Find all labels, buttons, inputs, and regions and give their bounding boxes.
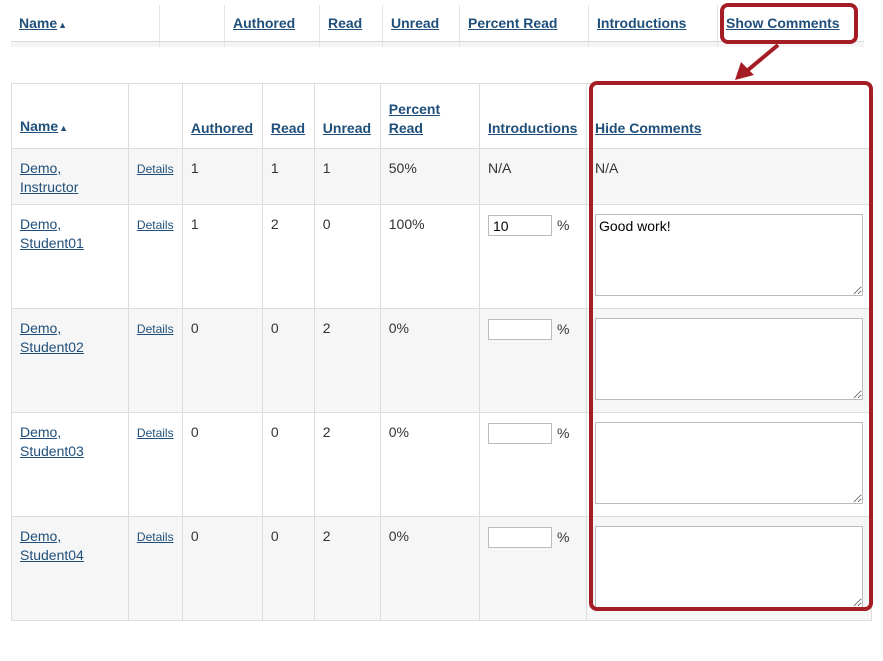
user-name-link[interactable]: Demo, Student03 (20, 424, 84, 459)
details-link[interactable]: Details (137, 426, 174, 440)
introductions-percent-input[interactable] (487, 423, 552, 444)
header-read: Read (319, 5, 383, 42)
sort-unread-link[interactable]: Unread (323, 120, 371, 136)
header-blank (127, 83, 183, 149)
introductions-percent-input[interactable] (487, 215, 552, 236)
sort-name-link[interactable]: Name▲ (19, 15, 67, 31)
sort-name-link[interactable]: Name▲ (20, 118, 68, 134)
authored-cell: 0 (181, 412, 263, 517)
sort-arrow-icon: ▲ (59, 123, 69, 133)
percent-read-cell: 0% (379, 516, 480, 621)
header-unread: Unread (313, 83, 381, 149)
header-introductions: Introductions (588, 5, 718, 42)
header-authored: Authored (181, 83, 263, 149)
details-link[interactable]: Details (137, 530, 174, 544)
unread-cell: 2 (313, 516, 381, 621)
name-cell: Demo, Instructor (11, 148, 129, 205)
unread-cell: 2 (313, 308, 381, 413)
read-cell: 2 (261, 204, 315, 309)
details-cell: Details (127, 308, 183, 413)
introductions-cell: N/A (478, 148, 588, 205)
details-link[interactable]: Details (137, 322, 174, 336)
header-percent-read: Percent Read (459, 5, 589, 42)
sort-authored-link[interactable]: Authored (233, 15, 295, 31)
percent-sign: % (556, 425, 570, 441)
authored-cell: 0 (181, 516, 263, 621)
percent-sign: % (556, 321, 570, 337)
sort-unread-link[interactable]: Unread (391, 15, 439, 31)
name-cell: Demo, Student03 (11, 412, 129, 517)
unread-cell: 1 (313, 148, 381, 205)
sort-introductions-link[interactable]: Introductions (488, 120, 577, 136)
header-blank (159, 5, 225, 42)
comments-column-highlight-box (589, 81, 873, 611)
read-cell: 0 (261, 308, 315, 413)
authored-cell: 1 (181, 204, 263, 309)
introductions-cell: % (478, 412, 588, 517)
sort-read-link[interactable]: Read (328, 15, 362, 31)
user-name-link[interactable]: Demo, Student04 (20, 528, 84, 563)
introductions-percent-input[interactable] (487, 527, 552, 548)
details-cell: Details (127, 204, 183, 309)
header-name: Name▲ (11, 83, 129, 149)
sort-authored-link[interactable]: Authored (191, 120, 253, 136)
authored-cell: 0 (181, 308, 263, 413)
details-cell: Details (127, 412, 183, 517)
user-name-link[interactable]: Demo, Student02 (20, 320, 84, 355)
percent-read-cell: 0% (379, 308, 480, 413)
sort-read-link[interactable]: Read (271, 120, 305, 136)
sort-arrow-icon: ▲ (58, 20, 68, 30)
percent-sign: % (556, 217, 570, 233)
details-cell: Details (127, 516, 183, 621)
read-cell: 1 (261, 148, 315, 205)
user-name-link[interactable]: Demo, Student01 (20, 216, 84, 251)
user-name-link[interactable]: Demo, Instructor (20, 160, 78, 195)
introductions-cell: % (478, 308, 588, 413)
sort-percent-read-link[interactable]: Percent Read (389, 101, 440, 136)
read-cell: 0 (261, 412, 315, 517)
introductions-cell: % (478, 516, 588, 621)
name-cell: Demo, Student02 (11, 308, 129, 413)
details-link[interactable]: Details (137, 218, 174, 232)
show-comments-highlight-box (720, 3, 858, 44)
header-unread: Unread (382, 5, 460, 42)
read-cell: 0 (261, 516, 315, 621)
details-link[interactable]: Details (137, 162, 174, 176)
header-name: Name▲ (11, 5, 160, 42)
sort-introductions-link[interactable]: Introductions (597, 15, 686, 31)
header-read: Read (261, 83, 315, 149)
unread-cell: 2 (313, 412, 381, 517)
percent-read-cell: 100% (379, 204, 480, 309)
sort-percent-read-link[interactable]: Percent Read (468, 15, 557, 31)
details-cell: Details (127, 148, 183, 205)
header-percent-read: Percent Read (379, 83, 480, 149)
header-authored: Authored (224, 5, 320, 42)
percent-sign: % (556, 529, 570, 545)
introductions-percent-input[interactable] (487, 319, 552, 340)
header-introductions: Introductions (478, 83, 588, 149)
unread-cell: 0 (313, 204, 381, 309)
percent-read-cell: 50% (379, 148, 480, 205)
name-cell: Demo, Student01 (11, 204, 129, 309)
authored-cell: 1 (181, 148, 263, 205)
introductions-cell: % (478, 204, 588, 309)
percent-read-cell: 0% (379, 412, 480, 517)
name-cell: Demo, Student04 (11, 516, 129, 621)
